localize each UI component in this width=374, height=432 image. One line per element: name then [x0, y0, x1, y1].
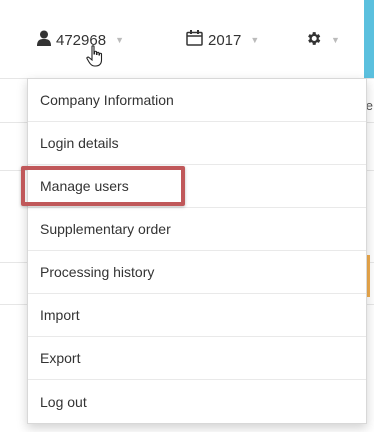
hand-pointer-icon: [86, 45, 104, 72]
menu-item-supplementary-order[interactable]: Supplementary order: [28, 208, 366, 251]
top-navbar: 472968 ▼ 2017 ▼ ▼: [0, 0, 374, 78]
settings-dropdown-menu: Company Information Login details Manage…: [27, 78, 367, 424]
menu-item-label: Import: [40, 307, 80, 323]
menu-item-log-out[interactable]: Log out: [28, 380, 366, 423]
chevron-down-icon: ▼: [115, 35, 124, 45]
gear-icon: [305, 30, 322, 51]
menu-item-login-details[interactable]: Login details: [28, 122, 366, 165]
accent-strip: [364, 0, 374, 78]
user-icon: [37, 30, 51, 50]
settings-toggle[interactable]: ▼: [305, 28, 340, 52]
menu-item-export[interactable]: Export: [28, 337, 366, 380]
year-value: 2017: [208, 31, 242, 49]
calendar-icon: [186, 30, 203, 50]
chevron-down-icon: ▼: [331, 35, 340, 45]
menu-item-manage-users[interactable]: Manage users: [28, 165, 366, 208]
user-menu-toggle[interactable]: 472968 ▼: [37, 28, 124, 52]
menu-item-label: Supplementary order: [40, 221, 171, 237]
menu-item-import[interactable]: Import: [28, 294, 366, 337]
menu-item-label: Processing history: [40, 264, 155, 280]
menu-item-label: Company Information: [40, 92, 174, 108]
menu-item-label: Export: [40, 350, 81, 366]
menu-item-label: Login details: [40, 135, 119, 151]
menu-item-label: Log out: [40, 393, 87, 410]
chevron-down-icon: ▼: [250, 35, 260, 45]
year-selector[interactable]: 2017 ▼: [186, 28, 259, 52]
menu-item-company-information[interactable]: Company Information: [28, 79, 366, 122]
menu-item-label: Manage users: [40, 178, 129, 194]
menu-item-processing-history[interactable]: Processing history: [28, 251, 366, 294]
